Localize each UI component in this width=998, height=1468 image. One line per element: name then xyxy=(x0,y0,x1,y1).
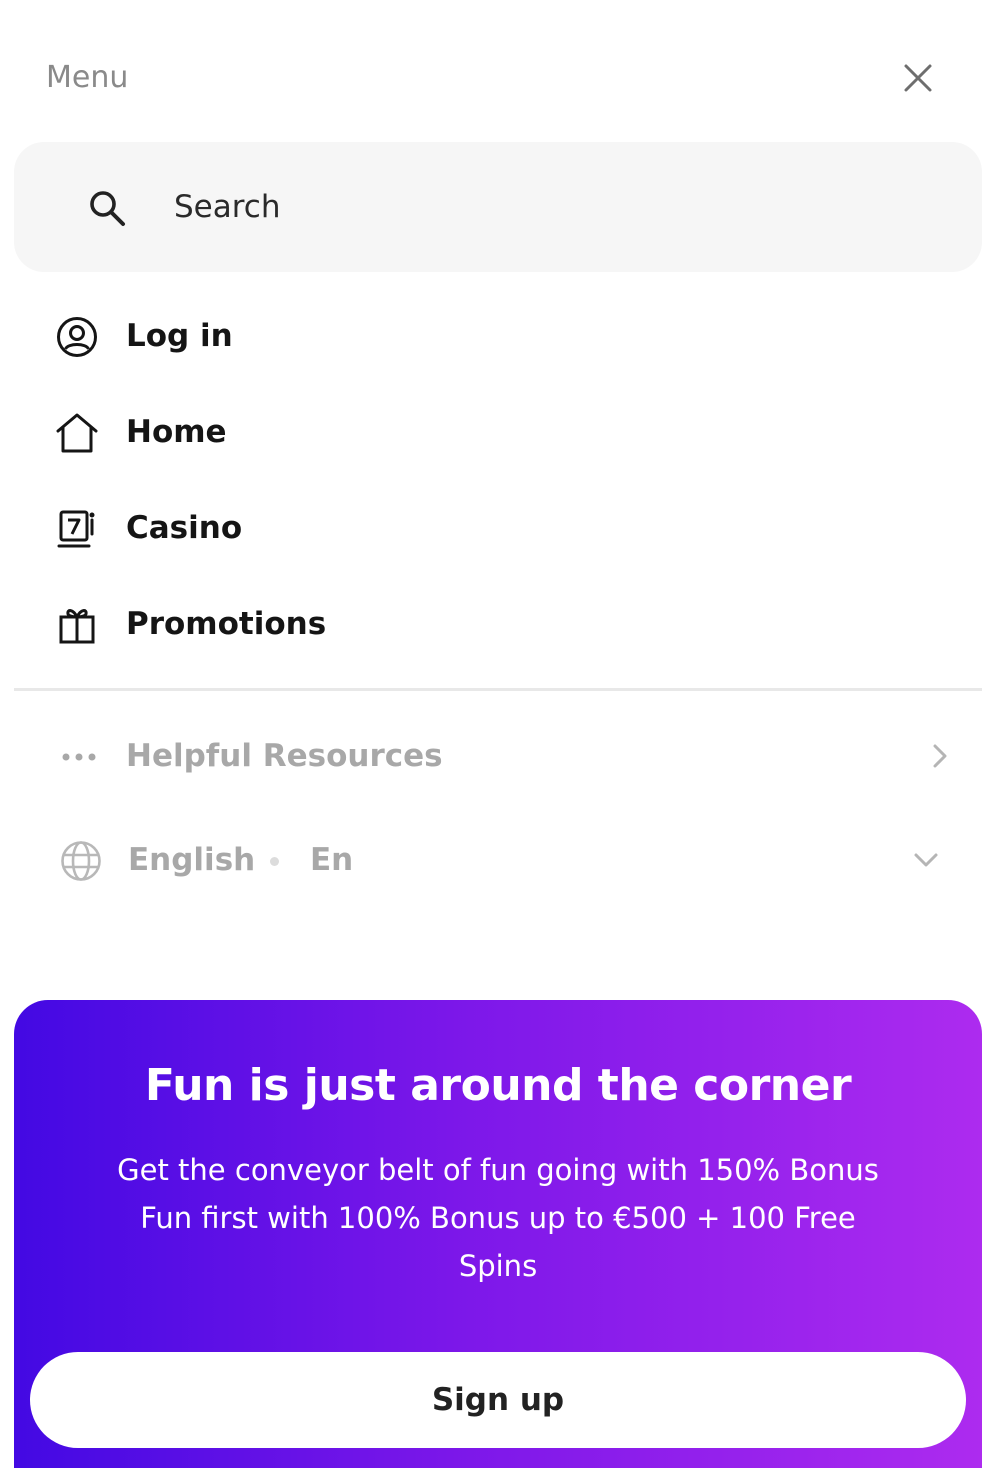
promo-title: Fun is just around the corner xyxy=(144,1060,852,1111)
nav-item-casino[interactable]: Casino xyxy=(14,488,982,568)
language-code: En xyxy=(310,842,354,878)
helpful-resources-label: Helpful Resources xyxy=(126,738,443,774)
promo-banner: Fun is just around the corner Get the co… xyxy=(14,1000,982,1468)
user-circle-icon xyxy=(54,314,100,360)
nav-item-home[interactable]: Home xyxy=(14,392,982,472)
nav-item-promotions[interactable]: Promotions xyxy=(14,584,982,664)
gift-icon xyxy=(54,602,100,648)
menu-panel: Menu Log in Home xyxy=(0,0,998,1468)
close-icon xyxy=(904,64,932,92)
search-icon xyxy=(90,191,125,226)
helpful-resources-item[interactable]: Helpful Resources xyxy=(14,716,982,796)
chevron-down-icon xyxy=(908,842,944,878)
search-bar[interactable] xyxy=(14,142,982,272)
nav-item-login[interactable]: Log in xyxy=(14,296,982,376)
language-selector[interactable]: English En xyxy=(14,820,982,900)
separator-dot xyxy=(270,857,279,866)
globe-icon xyxy=(58,838,104,884)
sign-up-button[interactable]: Sign up xyxy=(30,1352,966,1448)
nav-item-label: Home xyxy=(126,414,227,450)
promo-description: Get the conveyor belt of fun going with … xyxy=(117,1153,879,1283)
chevron-right-icon xyxy=(922,738,958,774)
language-label: English xyxy=(128,842,256,878)
search-input[interactable] xyxy=(172,182,932,232)
nav-item-label: Casino xyxy=(126,510,243,546)
menu-divider xyxy=(14,688,982,691)
menu-title: Menu xyxy=(46,60,129,95)
nav-item-label: Promotions xyxy=(126,606,327,642)
close-button[interactable] xyxy=(893,53,943,103)
slot-machine-icon xyxy=(54,506,100,552)
more-dots-icon xyxy=(56,734,102,780)
home-icon xyxy=(54,410,100,456)
menu-header: Menu xyxy=(0,0,998,140)
nav-item-label: Log in xyxy=(126,318,233,354)
